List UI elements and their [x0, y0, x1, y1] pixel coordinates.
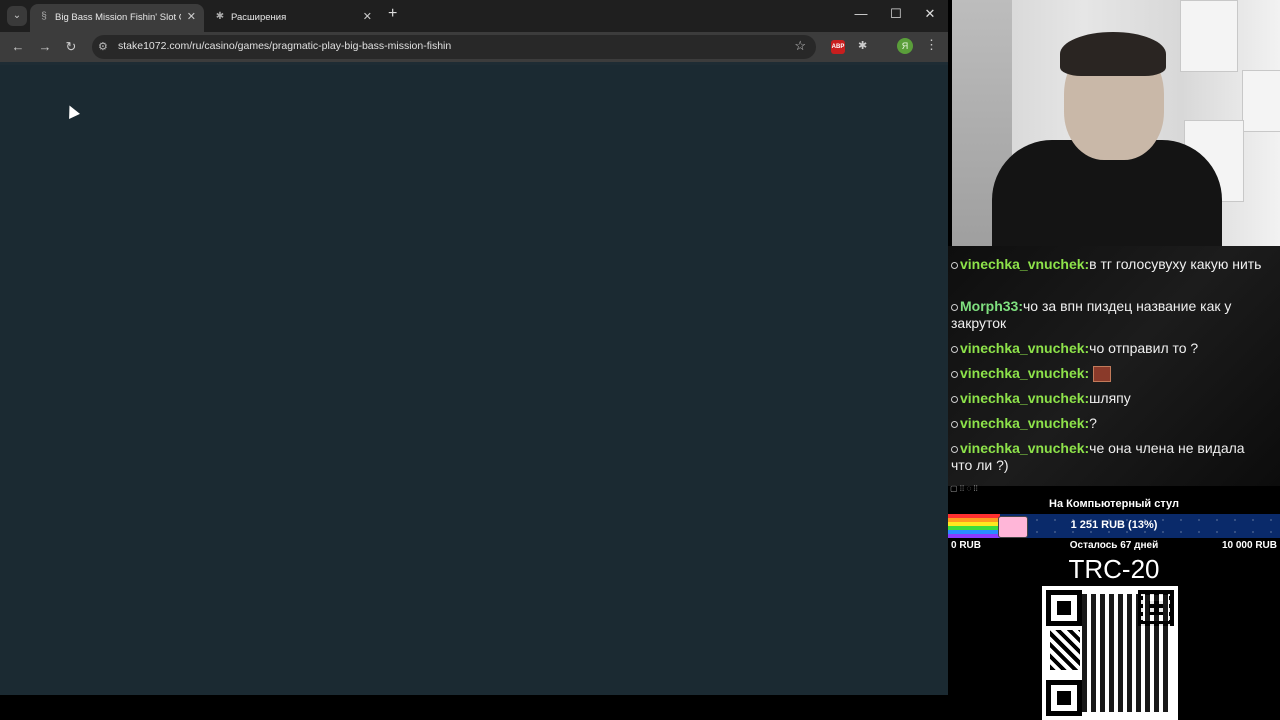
goal-progress-text: 1 251 RUB (13%): [1070, 519, 1158, 531]
chat-username: vinechka_vnuchek:: [960, 440, 1090, 456]
close-window-icon[interactable]: ✕: [920, 6, 940, 22]
chat-text: шляпу: [1089, 390, 1131, 406]
emote-image: [1093, 366, 1112, 383]
badge-icon: [951, 445, 958, 453]
site-info-icon[interactable]: ⚙: [98, 40, 108, 53]
mouse-cursor-icon: [64, 103, 80, 119]
chat-username: vinechka_vnuchek:: [960, 390, 1090, 406]
chat-text: чо отправил то ?: [1089, 340, 1199, 356]
badge-icon: [951, 370, 958, 378]
stream-overlay: vinechka_vnuchek:в тг голосувуху какую н…: [948, 0, 1280, 720]
browser-toolbar: ← → ↻ ⚙ stake1072.com/ru/casino/games/pr…: [0, 32, 948, 62]
chat-username: vinechka_vnuchek:: [960, 256, 1090, 272]
bookmark-star-icon[interactable]: ☆: [794, 38, 806, 54]
donation-qr-code: [1042, 586, 1178, 720]
kitchen-cabinet: [1180, 0, 1238, 72]
forward-arrow-icon[interactable]: →: [37, 39, 53, 54]
chat-message: vinechka_vnuchek:чо отправил то ?: [951, 340, 1269, 357]
close-tab-icon[interactable]: ✕: [363, 10, 372, 23]
qr-finder: [1046, 680, 1082, 716]
back-arrow-icon[interactable]: ←: [10, 39, 26, 54]
chat-message: vinechka_vnuchek:: [951, 365, 1269, 383]
chat-username: vinechka_vnuchek:: [960, 415, 1090, 431]
badge-icon: [951, 345, 958, 353]
badge-icon: [951, 261, 958, 269]
chat-text: в тг голосувуху какую нить: [1089, 256, 1262, 272]
address-bar[interactable]: ⚙ stake1072.com/ru/casino/games/pragmati…: [92, 35, 816, 59]
donation-network-label: TRC-20: [1068, 554, 1160, 584]
chat-text: ?: [1089, 415, 1097, 431]
goal-progress-bar: 1 251 RUB (13%): [948, 514, 1280, 538]
badge-icon: [951, 303, 958, 311]
kitchen-cabinet: [1242, 70, 1280, 132]
tab-strip: ⌄ § Big Bass Mission Fishin' Slot Ga ✕ ✱…: [0, 0, 948, 32]
tab-big-bass[interactable]: § Big Bass Mission Fishin' Slot Ga ✕: [30, 4, 204, 32]
close-tab-icon[interactable]: ✕: [187, 10, 196, 23]
overlay-status-icons: ▢ ⁞⁞ ◌ ⁞⁞: [950, 484, 978, 493]
browser-window: ⌄ § Big Bass Mission Fishin' Slot Ga ✕ ✱…: [0, 0, 948, 698]
chat-username: vinechka_vnuchek:: [960, 340, 1090, 356]
chat-message: vinechka_vnuchek:?: [951, 415, 1269, 432]
badge-icon: [951, 395, 958, 403]
chat-message: Morph33:чо за впн пиздец название как у …: [951, 298, 1269, 332]
badge-icon: [951, 420, 958, 428]
chat-message: vinechka_vnuchek:шляпу: [951, 390, 1269, 407]
webcam-feed: [952, 0, 1280, 246]
goal-title: На Компьютерный стул: [1049, 498, 1179, 510]
tab-title: Расширения: [231, 12, 287, 23]
reload-icon[interactable]: ↻: [63, 39, 79, 55]
tab-extensions[interactable]: ✱ Расширения ✕: [206, 4, 380, 32]
stake-favicon-icon: §: [41, 11, 47, 22]
url-text[interactable]: stake1072.com/ru/casino/games/pragmatic-…: [118, 40, 451, 52]
chat-username: Morph33:: [960, 298, 1023, 314]
qr-modules: [1082, 594, 1170, 712]
tab-title: Big Bass Mission Fishin' Slot Ga: [55, 12, 181, 23]
chat-message: vinechka_vnuchek:че она члена не видала …: [951, 440, 1269, 474]
stream-chat: vinechka_vnuchek:в тг голосувуху какую н…: [948, 246, 1280, 486]
goal-max: 10 000 RUB: [1221, 540, 1277, 551]
person-hair: [1060, 32, 1166, 76]
minimize-icon[interactable]: —: [851, 6, 871, 21]
profile-avatar[interactable]: Я: [897, 38, 913, 54]
new-tab-plus-icon[interactable]: +: [388, 5, 397, 23]
chat-username: vinechka_vnuchek:: [960, 365, 1090, 381]
puzzle-icon: ✱: [215, 11, 225, 22]
qr-finder: [1046, 590, 1082, 626]
kebab-menu-icon[interactable]: ⋮: [925, 37, 938, 53]
chat-message: vinechka_vnuchek:в тг голосувуху какую н…: [951, 256, 1269, 273]
extensions-puzzle-icon[interactable]: ✱: [858, 39, 867, 52]
maximize-icon[interactable]: ☐: [886, 6, 906, 22]
qr-modules: [1050, 630, 1080, 670]
page-content-blank: [0, 62, 948, 698]
tab-search-chevron-icon[interactable]: ⌄: [7, 6, 27, 26]
adblock-extension-icon[interactable]: ABP: [831, 40, 845, 54]
bottom-black-strip: [0, 695, 948, 720]
